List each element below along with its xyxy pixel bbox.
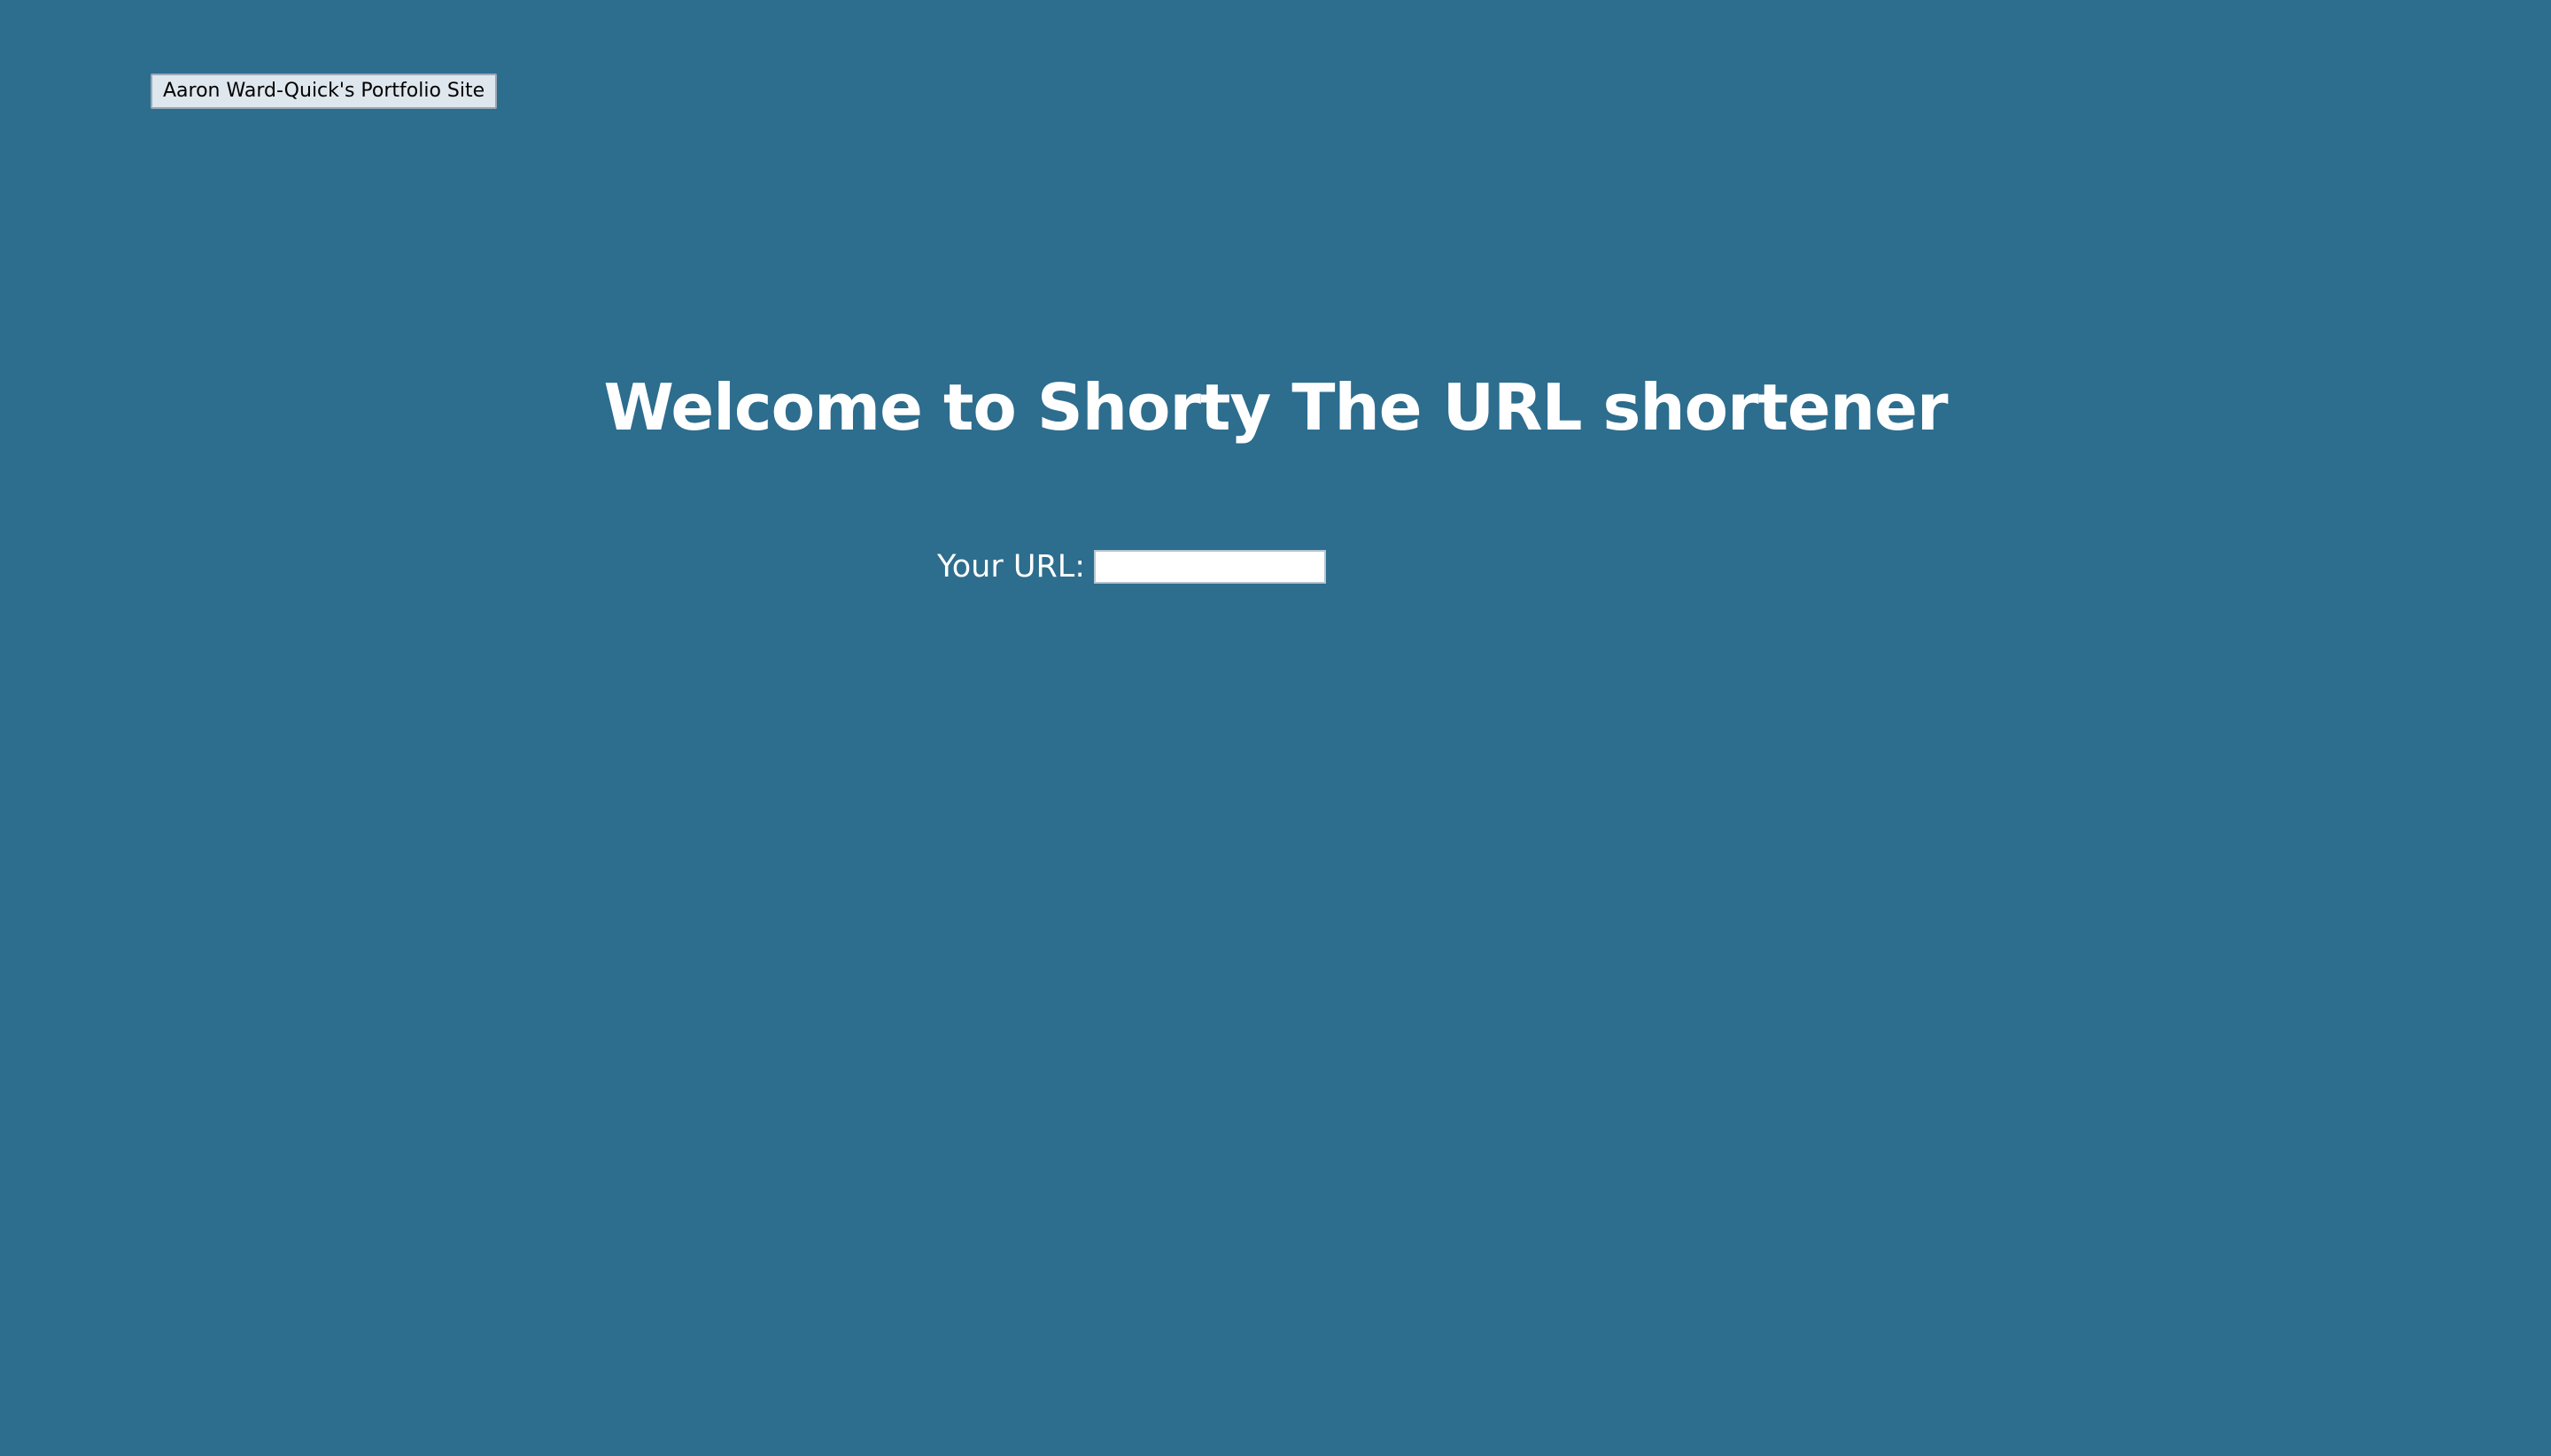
portfolio-site-button[interactable]: Aaron Ward-Quick's Portfolio Site [151, 74, 498, 109]
url-input[interactable] [1094, 550, 1327, 584]
url-label: Your URL: [937, 549, 1086, 585]
url-form: Your URL: [937, 546, 1327, 588]
page-title: Welcome to Shorty The URL shortener [603, 370, 1949, 445]
